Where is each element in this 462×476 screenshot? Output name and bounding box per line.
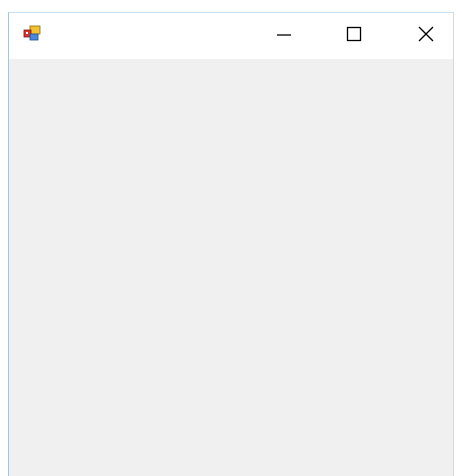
app-window (8, 12, 454, 476)
minimize-button[interactable] (261, 13, 307, 59)
form-client-area (9, 59, 453, 476)
close-button[interactable] (403, 13, 449, 59)
title-bar[interactable] (9, 13, 453, 59)
app-icon[interactable] (23, 25, 41, 41)
maximize-button[interactable] (331, 13, 377, 59)
maximize-icon (345, 25, 363, 48)
minimize-icon (275, 25, 293, 48)
close-icon (417, 25, 435, 48)
